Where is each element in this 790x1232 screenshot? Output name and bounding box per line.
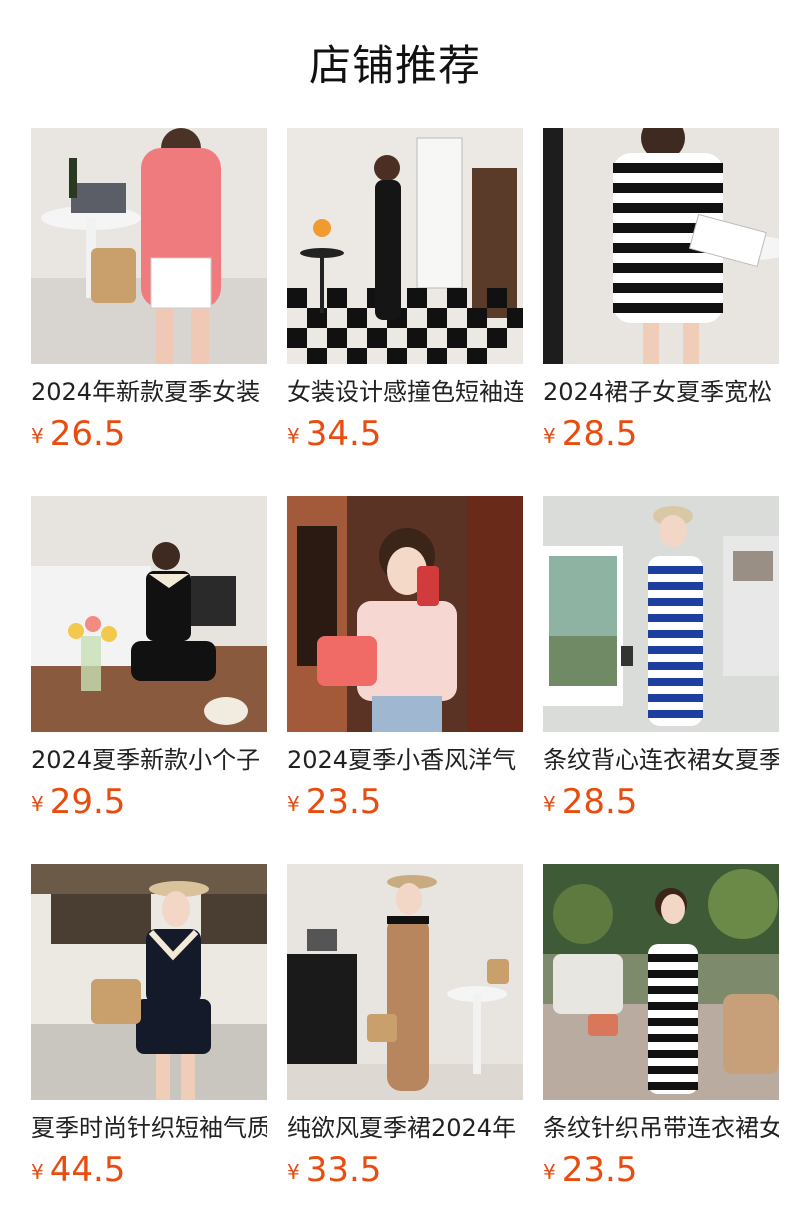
product-image[interactable] xyxy=(31,496,267,732)
product-row: 2024夏季新款小个子 ¥29.5 2024夏季小香风洋气 ¥ 23.5 条纹背… xyxy=(31,496,790,864)
product-price: ¥26.5 xyxy=(31,412,125,456)
product-image[interactable] xyxy=(31,128,267,364)
product-image[interactable] xyxy=(287,496,523,732)
product-image[interactable] xyxy=(543,496,779,732)
product-name[interactable]: 条纹针织吊带连衣裙女 xyxy=(543,1112,779,1144)
currency-symbol: ¥ xyxy=(287,792,300,816)
product-price: ¥34.5 xyxy=(287,412,381,456)
product-row: 2024年新款夏季女装 ¥26.5 女装设计感撞色短袖连 ¥ 34.5 2024… xyxy=(31,128,790,496)
product-price: ¥23.5 xyxy=(287,780,381,824)
product-card[interactable]: 2024裙子女夏季宽松 ¥28.5 xyxy=(543,128,779,496)
product-name[interactable]: 纯欲风夏季裙2024年 xyxy=(287,1112,523,1144)
product-row: 夏季时尚针织短袖气质 ¥44.5 纯欲风夏季裙2024年 ¥ 33.5 条纹针织… xyxy=(31,864,790,1232)
product-card[interactable]: 女装设计感撞色短袖连衣裙 ¥34.5 xyxy=(287,128,523,496)
currency-symbol: ¥ xyxy=(543,424,556,448)
price-value: 23.5 xyxy=(561,1150,638,1190)
product-price: ¥28.5 xyxy=(543,412,637,456)
product-card[interactable]: 条纹背心连衣裙女夏季 ¥28.5 xyxy=(543,496,779,864)
product-image[interactable] xyxy=(543,864,779,1100)
currency-symbol: ¥ xyxy=(31,792,44,816)
price-value: 26.5 xyxy=(49,414,126,454)
product-price: ¥28.5 xyxy=(543,780,637,824)
product-image[interactable] xyxy=(31,864,267,1100)
product-name[interactable]: 2024夏季小香风洋气 xyxy=(287,744,523,776)
price-value: 29.5 xyxy=(49,782,126,822)
currency-symbol: ¥ xyxy=(287,1160,300,1184)
product-price: ¥23.5 xyxy=(543,1148,637,1192)
product-image[interactable] xyxy=(287,128,523,364)
currency-symbol: ¥ xyxy=(31,424,44,448)
product-grid: 2024年新款夏季女装 ¥26.5 女装设计感撞色短袖连 ¥ 34.5 2024… xyxy=(31,128,790,1232)
product-price: ¥33.5 xyxy=(287,1148,381,1192)
product-card[interactable]: 2024年新款夏季女装 ¥26.5 xyxy=(31,128,267,496)
product-card[interactable]: 条纹针织吊带连衣裙女 ¥23.5 xyxy=(543,864,779,1232)
header: 店铺推荐 xyxy=(0,0,790,128)
currency-symbol: ¥ xyxy=(543,1160,556,1184)
product-price: ¥44.5 xyxy=(31,1148,125,1192)
price-value: 34.5 xyxy=(305,414,382,454)
page-title: 店铺推荐 xyxy=(308,41,481,90)
price-value: 44.5 xyxy=(49,1150,126,1190)
product-name[interactable]: 女装设计感撞色短袖连衣裙 xyxy=(287,376,523,408)
product-card[interactable]: 纯欲风夏季裙2024年 ¥33.5 xyxy=(287,864,523,1232)
price-value: 33.5 xyxy=(305,1150,382,1190)
price-value: 28.5 xyxy=(561,782,638,822)
product-name[interactable]: 夏季时尚针织短袖气质 xyxy=(31,1112,267,1144)
product-card[interactable]: 夏季时尚针织短袖气质 ¥44.5 xyxy=(31,864,267,1232)
product-image[interactable] xyxy=(543,128,779,364)
price-value: 23.5 xyxy=(305,782,382,822)
currency-symbol: ¥ xyxy=(543,792,556,816)
product-price: ¥29.5 xyxy=(31,780,125,824)
product-name[interactable]: 2024裙子女夏季宽松 xyxy=(543,376,779,408)
currency-symbol: ¥ xyxy=(287,424,300,448)
product-name[interactable]: 2024年新款夏季女装 xyxy=(31,376,267,408)
product-name[interactable]: 条纹背心连衣裙女夏季 xyxy=(543,744,779,776)
product-card[interactable]: 2024夏季小香风洋气 ¥23.5 xyxy=(287,496,523,864)
currency-symbol: ¥ xyxy=(31,1160,44,1184)
price-value: 28.5 xyxy=(561,414,638,454)
product-card[interactable]: 2024夏季新款小个子 ¥29.5 xyxy=(31,496,267,864)
product-name[interactable]: 2024夏季新款小个子 xyxy=(31,744,267,776)
product-image[interactable] xyxy=(287,864,523,1100)
